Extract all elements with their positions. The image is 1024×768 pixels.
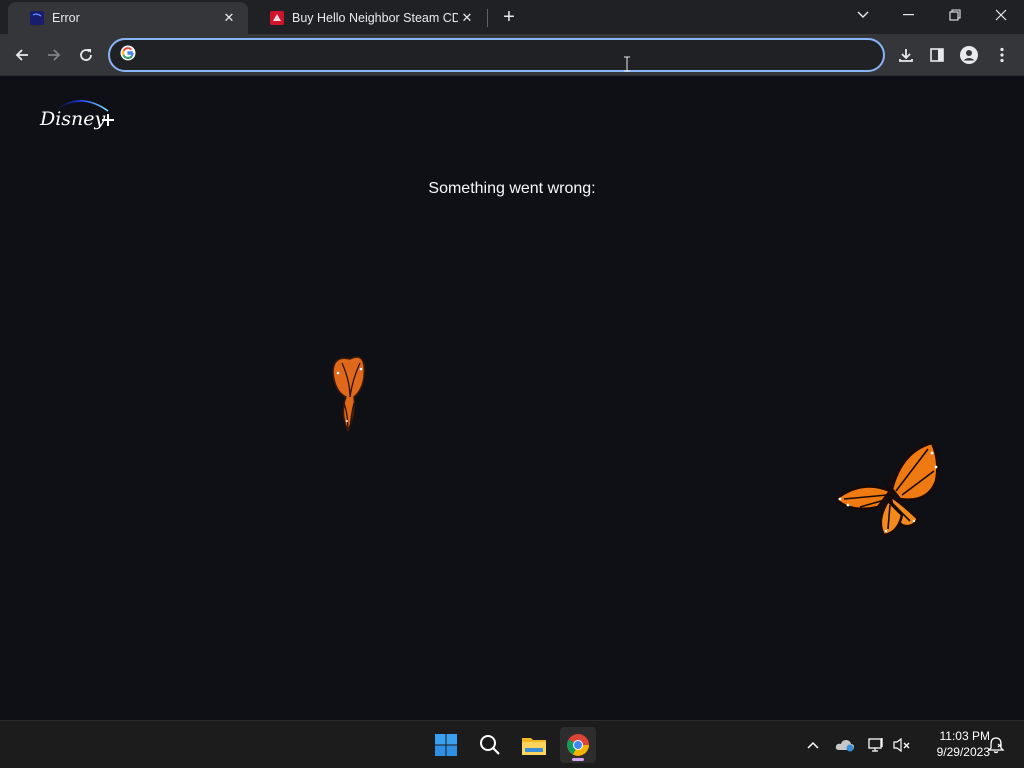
download-icon[interactable]: [891, 40, 921, 70]
show-hidden-icons-chevron-up-icon[interactable]: [803, 735, 823, 755]
tab-title: Error: [52, 11, 80, 25]
error-message: Something went wrong:: [428, 180, 596, 197]
svg-text:Disney: Disney: [39, 108, 106, 130]
browser-toolbar: [0, 34, 1024, 76]
clock-date: 9/29/2023: [936, 745, 990, 759]
notification-icon[interactable]: [986, 735, 1006, 755]
page-content: Disney Something went wrong:: [0, 77, 1024, 720]
reload-icon[interactable]: [71, 40, 101, 70]
tab-title: Buy Hello Neighbor Steam CD Key: [292, 11, 458, 25]
start-icon[interactable]: [428, 727, 464, 763]
close-window-icon[interactable]: [978, 0, 1024, 30]
disney-favicon-icon: [30, 11, 44, 25]
chrome-icon[interactable]: [560, 727, 596, 763]
tab-search-dropdown-icon[interactable]: [840, 0, 886, 30]
close-tab-icon[interactable]: ✕: [458, 9, 476, 27]
clock-time: 11:03 PM: [939, 729, 990, 743]
address-bar[interactable]: [108, 38, 885, 72]
tab-hello-neighbor[interactable]: Buy Hello Neighbor Steam CD Key ✕: [248, 2, 486, 34]
address-input[interactable]: [146, 47, 883, 63]
volume-muted-icon[interactable]: [892, 735, 912, 755]
butterfly-icon: [332, 356, 366, 433]
network-icon[interactable]: [867, 735, 887, 755]
search-icon[interactable]: [472, 727, 508, 763]
text-cursor-icon: [624, 56, 630, 72]
profile-icon[interactable]: [954, 40, 984, 70]
tab-strip: Error ✕ Buy Hello Neighbor Steam CD Key …: [0, 0, 1024, 34]
menu-kebab-icon[interactable]: [987, 40, 1017, 70]
restore-icon[interactable]: [932, 0, 978, 30]
butterfly-icon: [834, 441, 939, 537]
new-tab-button[interactable]: +: [498, 6, 520, 28]
tab-divider: [487, 9, 488, 27]
taskbar: 11:03 PM 9/29/2023: [0, 720, 1024, 768]
back-icon[interactable]: [7, 40, 37, 70]
system-clock[interactable]: 11:03 PM 9/29/2023: [916, 728, 990, 760]
disney-plus-logo[interactable]: Disney: [38, 93, 116, 140]
onedrive-icon[interactable]: [835, 735, 855, 755]
file-explorer-icon[interactable]: [516, 727, 552, 763]
active-app-indicator: [572, 758, 584, 761]
google-icon: [120, 45, 136, 66]
shop-favicon-icon: [270, 11, 284, 25]
close-tab-icon[interactable]: ✕: [220, 9, 238, 27]
side-panel-icon[interactable]: [922, 40, 952, 70]
forward-icon[interactable]: [39, 40, 69, 70]
tab-error[interactable]: Error ✕: [8, 2, 248, 34]
minimize-icon[interactable]: [886, 0, 932, 30]
